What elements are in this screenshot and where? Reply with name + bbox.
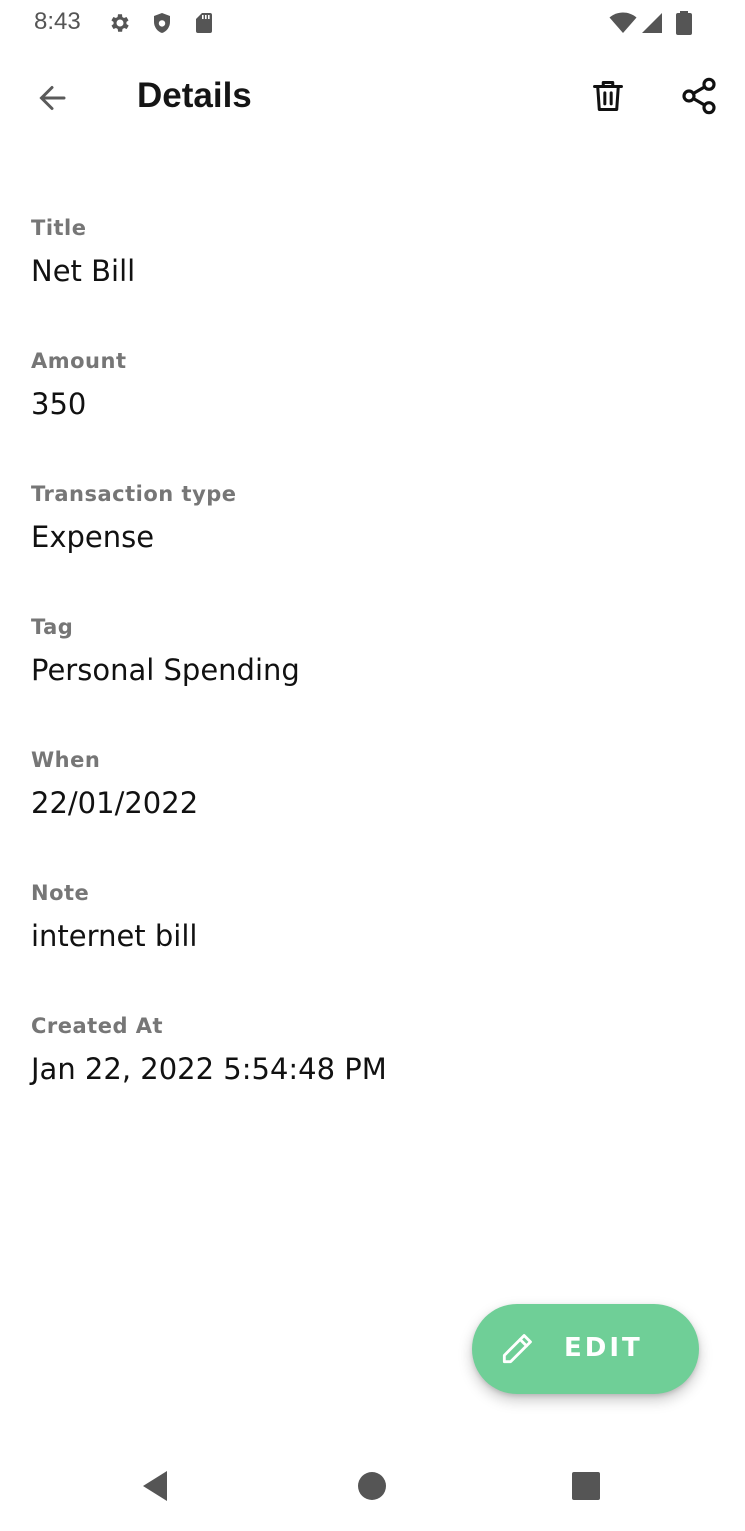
- back-button[interactable]: [22, 72, 82, 124]
- field-value: Net Bill: [31, 254, 136, 288]
- cellular-signal-icon: [642, 13, 662, 33]
- trash-icon: [593, 81, 623, 111]
- wifi-icon: [609, 12, 637, 33]
- nav-back-button[interactable]: [131, 1462, 179, 1510]
- field-label: Transaction type: [31, 482, 237, 506]
- details-screen: 8:43 Details Title Net Bill Amount 350 T…: [0, 0, 745, 1531]
- shield-icon: [154, 13, 170, 33]
- status-time: 8:43: [34, 8, 81, 35]
- status-bar: 8:43: [0, 0, 745, 46]
- nav-recents-button[interactable]: [562, 1462, 610, 1510]
- field-value: Jan 22, 2022 5:54:48 PM: [31, 1052, 387, 1086]
- pencil-icon: [502, 1334, 532, 1364]
- nav-home-button[interactable]: [348, 1462, 396, 1510]
- system-nav-bar: [0, 1440, 745, 1531]
- field-label: Title: [31, 216, 87, 240]
- back-triangle-icon: [143, 1471, 167, 1501]
- field-label: When: [31, 748, 101, 772]
- field-value: 350: [31, 387, 87, 421]
- field-label: Amount: [31, 349, 127, 373]
- gear-icon: [111, 14, 129, 32]
- field-label: Note: [31, 881, 90, 905]
- delete-button[interactable]: [580, 68, 636, 124]
- field-value: Expense: [31, 520, 155, 554]
- edit-button[interactable]: EDIT: [472, 1304, 699, 1394]
- edit-button-label: EDIT: [564, 1333, 643, 1363]
- field-value: internet bill: [31, 919, 198, 953]
- sd-card-icon: [196, 13, 212, 33]
- battery-icon: [676, 11, 692, 35]
- page-title: Details: [137, 76, 252, 115]
- share-icon: [682, 77, 716, 115]
- field-label: Created At: [31, 1014, 164, 1038]
- field-value: Personal Spending: [31, 653, 300, 687]
- arrow-back-icon: [39, 86, 66, 110]
- home-circle-icon: [358, 1472, 386, 1500]
- field-value: 22/01/2022: [31, 786, 199, 820]
- share-button[interactable]: [671, 68, 727, 124]
- app-bar: Details: [0, 46, 745, 156]
- field-label: Tag: [31, 615, 74, 639]
- recents-square-icon: [572, 1472, 600, 1500]
